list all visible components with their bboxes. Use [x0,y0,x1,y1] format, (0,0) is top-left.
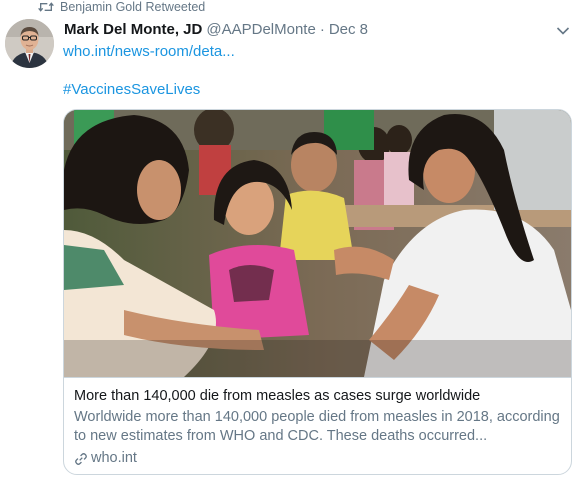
author-display-name[interactable]: Mark Del Monte, JD [64,21,202,38]
tweet-link[interactable]: who.int/news-room/deta... [63,43,235,60]
separator-dot: · [319,21,325,38]
hashtag-link[interactable]: #VaccinesSaveLives [63,81,200,98]
card-body[interactable]: More than 140,000 die from measles as ca… [64,377,571,474]
tweet-date[interactable]: Dec 8 [329,21,368,38]
card-domain-text: who.int [91,450,137,466]
retweet-context[interactable]: Benjamin Gold Retweeted [38,0,205,14]
author-handle[interactable]: @AAPDelMonte [206,21,315,38]
card-description: Worldwide more than 140,000 people died … [74,409,560,444]
link-preview-card[interactable]: More than 140,000 die from measles as ca… [63,109,572,475]
retweet-label: Benjamin Gold Retweeted [60,0,206,14]
chevron-down-icon[interactable] [556,26,570,36]
retweet-icon [38,2,54,12]
card-domain: who.int [74,449,561,468]
tweet-header: Mark Del Monte, JD @AAPDelMonte · Dec 8 [64,21,368,38]
card-title: More than 140,000 die from measles as ca… [74,388,481,404]
card-image[interactable] [64,110,571,377]
avatar[interactable] [5,19,54,68]
vaccination-photo [64,110,571,377]
link-icon [75,452,87,465]
avatar-photo [5,19,54,68]
